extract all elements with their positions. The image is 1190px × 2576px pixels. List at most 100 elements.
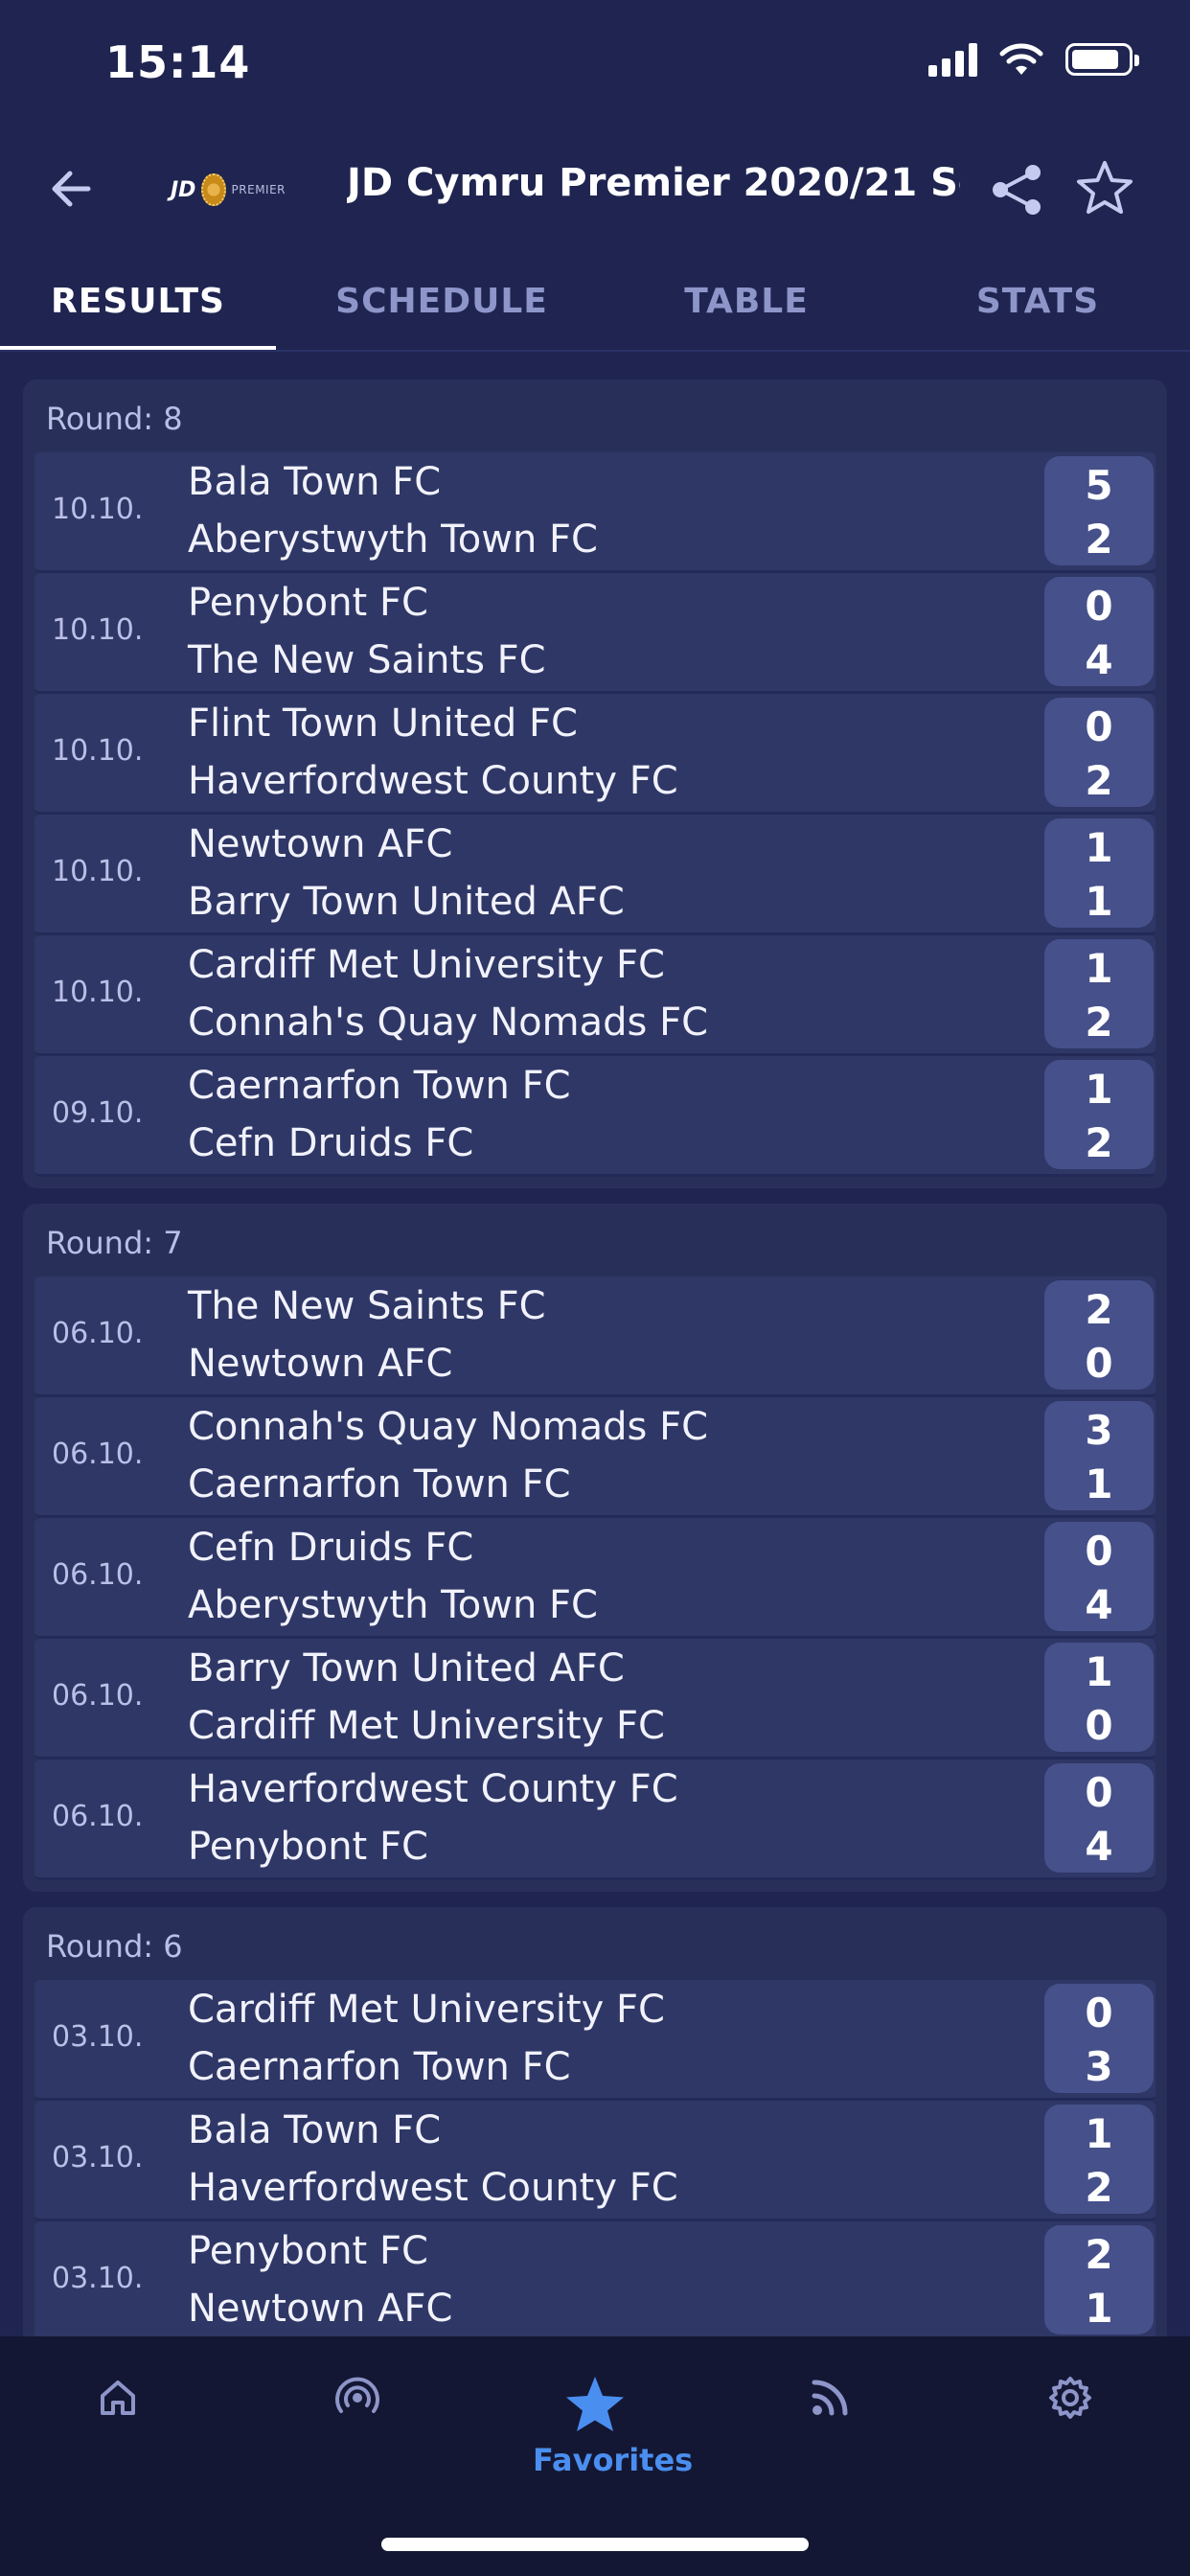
tab-stats[interactable]: STATS [885,268,1190,351]
away-team-name: Cardiff Met University FC [188,1704,665,1748]
match-row[interactable]: 06.10. The New Saints FC Newtown AFC 2 0 [34,1276,1156,1397]
away-team-name: Aberystwyth Town FC [188,518,598,562]
home-score: 3 [1085,1407,1113,1454]
back-arrow-icon[interactable] [38,155,105,222]
away-team-name: Penybont FC [188,1825,428,1869]
tab-schedule[interactable]: SCHEDULE [276,268,607,351]
match-row[interactable]: 03.10. Bala Town FC Haverfordwest County F… [34,2101,1156,2221]
match-row[interactable]: 10.10. Flint Town United FC Haverfordwest … [34,694,1156,815]
match-row[interactable]: 06.10. Cefn Druids FC Aberystwyth Town FC 0… [34,1518,1156,1639]
status-bar: 15:14 [0,0,1190,134]
match-row[interactable]: 09.10. Caernarfon Town FC Cefn Druids FC 1 2 [34,1056,1156,1177]
home-team-name: Flint Town United FC [188,702,578,746]
match-row[interactable]: 10.10. Bala Town FC Aberystwyth Town FC 5 2 [34,452,1156,573]
score-box: 02 [1044,698,1154,807]
score-box: 10 [1044,1643,1154,1752]
gear-icon [1049,2377,1091,2419]
score-box: 20 [1044,1280,1154,1390]
home-score: 0 [1085,703,1113,750]
tab-results[interactable]: RESULTS [0,268,276,351]
share-icon[interactable] [987,159,1048,220]
score-box: 31 [1044,1401,1154,1510]
match-date: 06.10. [52,1679,144,1713]
score-box: 21 [1044,2225,1154,2334]
home-score: 0 [1085,1769,1113,1816]
away-score: 1 [1085,1460,1113,1507]
away-score: 2 [1085,999,1113,1046]
league-logo: JD PREMIER [171,169,286,211]
home-team-name: Penybont FC [188,581,428,625]
home-score: 1 [1085,2110,1113,2157]
status-icons [928,42,1139,77]
away-team-name: Haverfordwest County FC [188,2166,678,2210]
home-team-name: Connah's Quay Nomads FC [188,1405,709,1449]
match-row[interactable]: 10.10. Penybont FC The New Saints FC 0 4 [34,573,1156,694]
home-score: 2 [1085,1286,1113,1333]
away-team-name: Newtown AFC [188,2287,453,2331]
away-score: 2 [1085,516,1113,563]
live-broadcast-icon [335,2377,379,2413]
nav-feed[interactable] [768,2375,893,2423]
score-box: 04 [1044,1522,1154,1631]
match-date: 09.10. [52,1096,144,1130]
round-title: Round: 8 [46,401,183,437]
round-title: Round: 7 [46,1225,183,1261]
match-date: 03.10. [52,2262,144,2295]
home-team-name: Penybont FC [188,2229,428,2273]
home-score: 1 [1085,1648,1113,1695]
match-date: 03.10. [52,2141,144,2174]
match-row[interactable]: 03.10. Penybont FC Newtown AFC 2 1 [34,2221,1156,2336]
away-score: 1 [1085,2285,1113,2332]
away-team-name: Caernarfon Town FC [188,1462,571,1506]
match-row[interactable]: 10.10. Newtown AFC Barry Town United AFC 1 1 [34,815,1156,935]
home-team-name: Cardiff Met University FC [188,1988,665,2032]
home-team-name: Bala Town FC [188,2108,442,2152]
away-team-name: Connah's Quay Nomads FC [188,1000,709,1045]
away-team-name: Barry Town United AFC [188,880,625,924]
away-team-name: Cefn Druids FC [188,1121,474,1165]
nav-favorites[interactable]: Favorites [533,2375,694,2478]
app-header: JD PREMIER JD Cymru Premier 2020/21 Se..… [0,134,1190,249]
score-box: 12 [1044,2104,1154,2214]
nav-home[interactable] [56,2375,180,2425]
home-indicator [381,2538,809,2551]
match-row[interactable]: 06.10. Connah's Quay Nomads FC Caernarfon … [34,1397,1156,1518]
match-date: 06.10. [52,1800,144,1833]
favorite-star-icon[interactable] [1073,157,1136,220]
home-score: 5 [1085,462,1113,509]
away-team-name: Newtown AFC [188,1342,453,1386]
tab-divider [0,350,1190,352]
home-score: 1 [1085,1066,1113,1113]
match-date: 03.10. [52,2020,144,2054]
nav-favorites-label: Favorites [533,2442,694,2478]
away-score: 4 [1085,1581,1113,1628]
score-box: 04 [1044,1763,1154,1873]
away-score: 2 [1085,1119,1113,1166]
results-list[interactable]: Round: 8 10.10. Bala Town FC Aberystwyth To… [0,364,1190,2336]
score-box: 03 [1044,1984,1154,2093]
home-score: 2 [1085,2231,1113,2278]
away-score: 3 [1085,2043,1113,2090]
away-score: 4 [1085,1823,1113,1870]
home-team-name: Newtown AFC [188,822,453,866]
score-box: 12 [1044,939,1154,1048]
page-title: JD Cymru Premier 2020/21 Se... [347,161,960,205]
wifi-icon [999,43,1043,75]
match-row[interactable]: 10.10. Cardiff Met University FC Connah's … [34,935,1156,1056]
home-team-name: The New Saints FC [188,1284,546,1328]
logo-sub: PREMIER [231,183,286,196]
match-row[interactable]: 03.10. Cardiff Met University FC Caernarfo… [34,1980,1156,2101]
match-row[interactable]: 06.10. Haverfordwest County FC Penybont FC… [34,1760,1156,1880]
battery-icon [1065,43,1139,76]
nav-settings[interactable] [1008,2375,1133,2425]
football-icon [201,173,226,206]
match-row[interactable]: 06.10. Barry Town United AFC Cardiff Met U… [34,1639,1156,1760]
match-date: 10.10. [52,734,144,768]
nav-live[interactable] [295,2375,420,2425]
away-score: 0 [1085,1340,1113,1387]
away-score: 2 [1085,757,1113,804]
score-box: 04 [1044,577,1154,686]
tab-table[interactable]: TABLE [607,268,885,351]
match-date: 06.10. [52,1317,144,1350]
match-date: 06.10. [52,1438,144,1471]
